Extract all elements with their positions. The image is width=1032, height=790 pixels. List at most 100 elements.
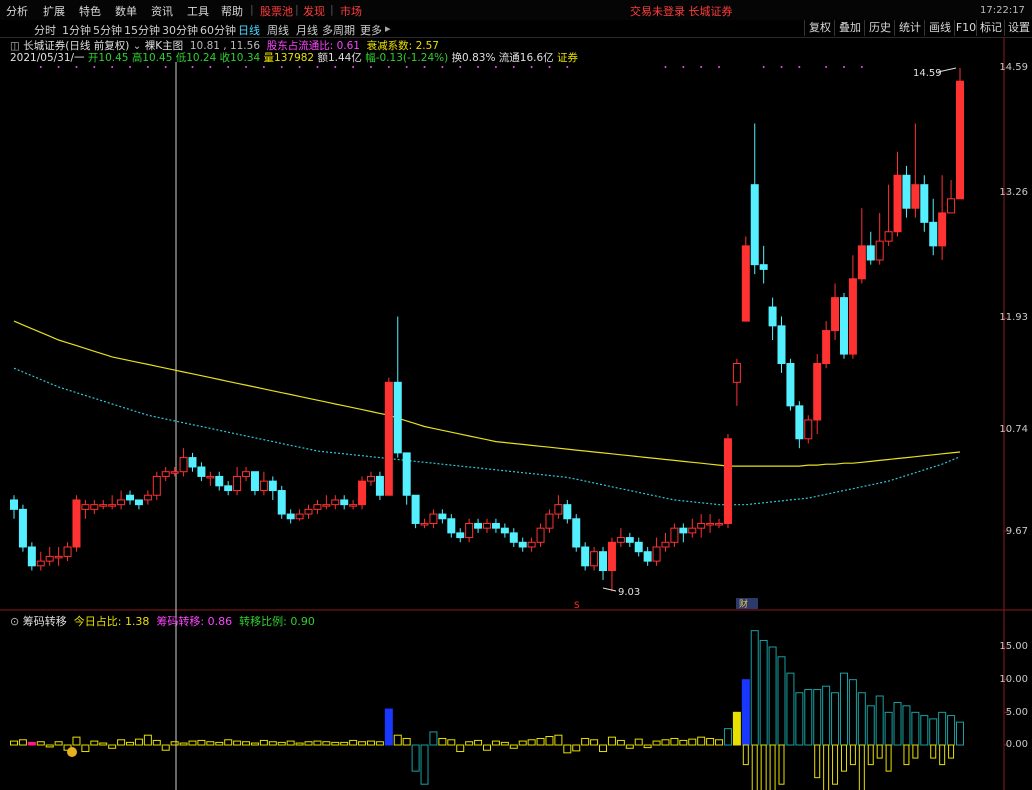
signal-dot	[477, 66, 480, 68]
candle-body	[295, 513, 304, 520]
candle-body	[134, 499, 143, 506]
candle-body	[777, 325, 786, 364]
signal-dot	[548, 66, 551, 68]
candle-body	[402, 452, 411, 496]
candle-body	[866, 245, 875, 261]
indicator-bar	[768, 646, 777, 746]
indicator-bar	[429, 731, 438, 746]
s-marker[interactable]: S	[574, 601, 580, 611]
candle-body	[813, 362, 822, 421]
indicator-bar	[509, 744, 518, 749]
candle-body	[572, 518, 581, 548]
candle-body	[491, 522, 500, 529]
candle-body	[447, 518, 456, 534]
candle-body	[768, 306, 777, 327]
indicator-neg-bar	[867, 744, 874, 766]
candle-body	[822, 330, 831, 364]
indicator-bar	[420, 744, 429, 785]
indicator-bar	[117, 739, 126, 746]
indicator-bar	[581, 737, 590, 746]
signal-dot	[780, 66, 783, 68]
indicator-title[interactable]: 筹码转移	[23, 615, 67, 628]
indicator-bar	[545, 736, 554, 746]
candle-body	[72, 499, 81, 548]
candle-body	[250, 471, 259, 492]
indicator-bar	[18, 739, 27, 746]
candle-body	[679, 527, 688, 534]
candle-body	[670, 527, 679, 543]
indicator-bar	[179, 742, 188, 746]
indicator-bar	[331, 741, 340, 746]
bag-icon[interactable]	[67, 747, 77, 757]
indicator-bar	[465, 741, 474, 746]
indicator-bar	[215, 741, 224, 746]
indicator-bar	[366, 740, 375, 746]
candle-body	[616, 537, 625, 543]
indicator-bar	[572, 744, 581, 752]
indicator-neg-bar	[742, 744, 749, 766]
indicator-bar	[929, 718, 938, 746]
signal-dot	[798, 66, 801, 68]
indicator-bar	[54, 741, 63, 746]
indicator-bar	[643, 744, 652, 749]
indicator-neg-bar	[760, 744, 767, 790]
indicator-bar	[358, 741, 367, 746]
candle-body	[857, 245, 866, 280]
candle-body	[518, 541, 527, 548]
candle-body	[545, 513, 554, 529]
indicator-bar	[554, 734, 563, 746]
indicator-bar	[938, 711, 947, 746]
signal-dot	[191, 66, 194, 68]
indicator-bar	[483, 744, 491, 751]
candle-body	[884, 231, 893, 242]
signal-dot	[57, 66, 60, 68]
indicator-bar	[474, 739, 483, 746]
indicator-bar	[126, 741, 135, 746]
candle-body	[366, 475, 375, 482]
indicator-bar	[518, 740, 527, 746]
candle-body	[375, 475, 384, 496]
candle-body	[152, 475, 161, 496]
signal-dot	[369, 66, 372, 68]
indicator-bar	[679, 739, 688, 746]
signal-dot	[441, 66, 444, 68]
indicator-bar	[143, 734, 152, 746]
signal-dot	[245, 66, 248, 68]
candle-body	[759, 264, 768, 270]
candle-body	[10, 499, 18, 510]
indicator-bar	[786, 672, 795, 746]
candle-body	[563, 504, 572, 520]
indicator-bar	[188, 740, 197, 746]
candle-body	[902, 174, 911, 209]
kline-chart[interactable]: 14.59 9.03 S 财	[0, 0, 1032, 790]
indicator-bar	[286, 740, 295, 746]
candle-body	[848, 278, 857, 355]
candle-body	[81, 504, 90, 510]
indicator-neg-bar	[903, 744, 910, 766]
signal-dot	[860, 66, 863, 68]
indicator-neg-bar	[939, 744, 946, 766]
signal-dot	[494, 66, 497, 68]
candle-body	[384, 381, 393, 496]
candle-body	[117, 499, 126, 506]
indicator-bar	[706, 737, 715, 746]
candle-body	[527, 541, 536, 548]
candle-body	[750, 184, 759, 266]
indicator-menu-icon[interactable]: ⊙	[10, 615, 19, 628]
indicator-bar	[777, 656, 786, 746]
indicator-tick: 0.00	[1005, 739, 1028, 750]
low-arrow	[602, 587, 617, 592]
candle-body	[358, 480, 367, 506]
signal-dot	[566, 66, 569, 68]
candle-body	[706, 522, 715, 526]
signal-dot	[209, 66, 212, 68]
indicator-bar	[634, 738, 643, 746]
candle-body	[340, 499, 349, 506]
indicator-bar	[170, 741, 179, 746]
price-tick: 11.93	[999, 312, 1028, 323]
signal-dot	[227, 66, 230, 68]
candle-body	[108, 504, 117, 507]
finance-marker[interactable]: 财	[739, 598, 748, 610]
indicator-bar	[27, 741, 36, 746]
candle-body	[536, 527, 545, 543]
